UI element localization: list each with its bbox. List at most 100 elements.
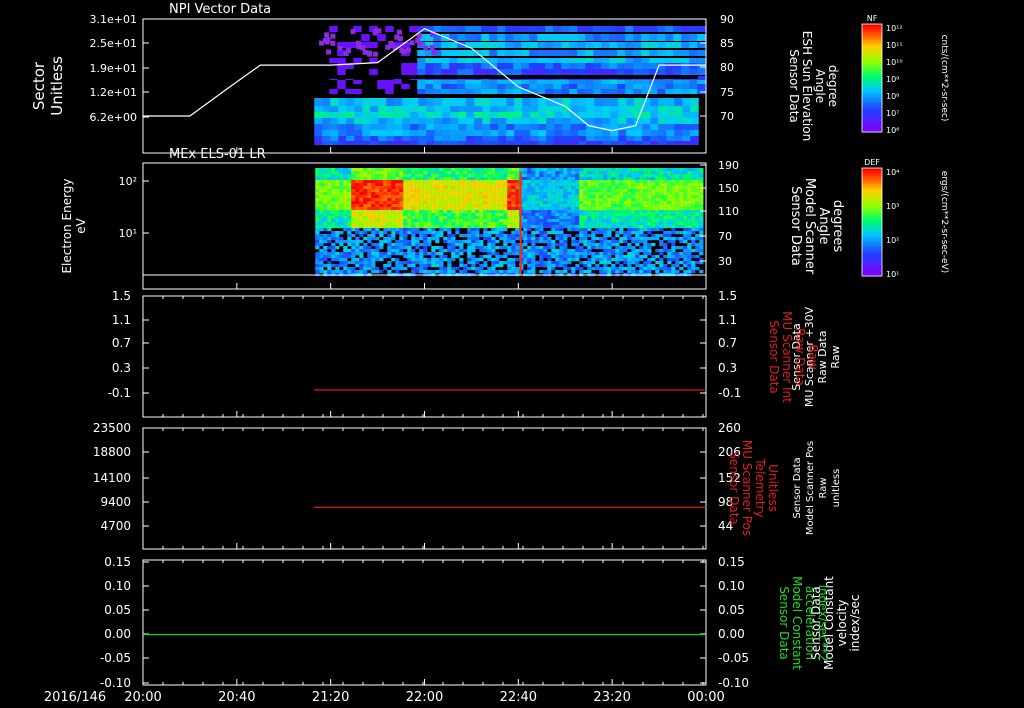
npi-cell [689,80,698,84]
els-cell [639,264,644,268]
els-cell [539,186,544,190]
els-cell [623,174,628,178]
els-cell [335,210,340,214]
els-cell [479,246,484,250]
els-cell [595,189,600,193]
npi-cell [482,141,491,145]
els-cell [463,186,468,190]
els-cell [347,270,352,274]
els-cell [451,192,456,196]
npi-cell [457,80,466,84]
els-cell [459,249,464,253]
els-cell [435,270,440,274]
els-cell [447,171,452,175]
npi-cell [386,124,395,130]
npi-cell [530,130,539,136]
els-cell [691,261,696,265]
els-cell [439,270,444,274]
npi-cell [426,98,435,106]
els-cell [531,222,536,226]
els-cell [635,261,640,265]
els-cell [443,198,448,202]
npi-cell [641,80,650,84]
npi-cell [586,136,595,141]
npi-cell [481,34,490,41]
els-cell [639,237,644,241]
els-cell [371,267,376,271]
npi-cell [545,63,554,69]
npi-cell [529,34,538,41]
els-cell [343,186,348,190]
els-cell [615,234,620,238]
els-cell [319,207,324,211]
npi-cell [626,141,635,145]
els-cell [687,180,692,184]
els-cell [323,183,328,187]
els-cell [507,198,512,202]
els-cell [587,234,592,238]
els-cell [359,195,364,199]
els-cell [487,234,492,238]
els-cell [555,225,560,229]
npi-cell [593,34,602,41]
els-cell [539,234,544,238]
els-cell [483,195,488,199]
els-cell [643,210,648,214]
npi-cell [674,112,683,118]
els-cell [419,258,424,262]
els-cell [315,195,320,199]
els-cell [671,255,676,259]
els-cell [547,183,552,187]
els-cell [343,255,348,259]
els-cell [595,186,600,190]
els-cell [511,186,516,190]
els-cell [575,228,580,232]
els-cell [535,183,540,187]
els-cell [419,195,424,199]
els-cell [695,183,700,187]
els-cell [515,207,520,211]
els-cell [447,189,452,193]
els-cell [683,207,688,211]
npi-cell [426,136,435,141]
els-cell [439,222,444,226]
els-cell [407,228,412,232]
els-cell [535,216,540,220]
els-cell [335,237,340,241]
els-cell [567,174,572,178]
els-cell [659,174,664,178]
els-cell [423,183,428,187]
els-cell [687,243,692,247]
els-cell [523,210,528,214]
els-cell [695,198,700,202]
els-cell [643,222,648,226]
els-cell [459,204,464,208]
npi-cell [338,112,347,118]
npi-cell [681,50,690,56]
els-cell [647,207,652,211]
els-cell [459,225,464,229]
npi-cell [505,26,514,32]
els-cell [447,249,452,253]
els-cell [647,222,652,226]
els-cell [327,261,332,265]
els-cell [319,201,324,205]
els-cell [539,207,544,211]
els-cell [647,267,652,271]
els-cell [527,219,532,223]
els-cell [551,168,556,172]
els-cell [459,258,464,262]
npi-cell [418,124,427,130]
els-cell [379,219,384,223]
els-cell [631,249,636,253]
els-cell [419,186,424,190]
els-cell [387,264,392,268]
els-cell [423,264,428,268]
els-cell [631,180,636,184]
els-cell [459,219,464,223]
npi-cell [625,63,634,69]
els-cell [623,198,628,202]
npi-cell [530,98,539,106]
els-cell [467,174,472,178]
els-cell [555,183,560,187]
